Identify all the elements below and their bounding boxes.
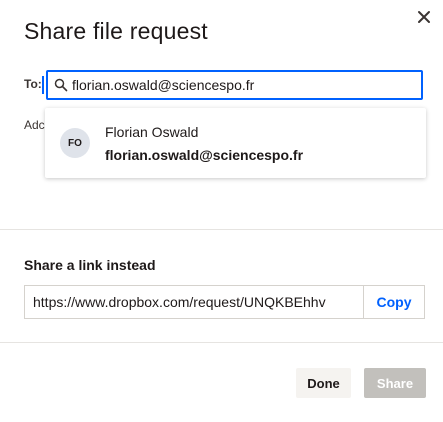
text-cursor [42, 76, 44, 94]
add-message-label: Adc [24, 118, 45, 132]
recipient-field[interactable] [42, 70, 423, 100]
copy-button[interactable]: Copy [363, 286, 424, 318]
avatar: FO [60, 128, 90, 158]
done-button[interactable]: Done [296, 368, 351, 398]
recipient-input[interactable] [72, 77, 392, 93]
close-icon[interactable] [413, 6, 435, 28]
to-label: To: [24, 77, 42, 91]
share-link-field: https://www.dropbox.com/request/UNQKBEhh… [24, 285, 425, 319]
divider [0, 342, 443, 343]
contact-suggestion[interactable]: FO Florian Oswald florian.oswald@science… [45, 108, 426, 178]
dialog-title: Share file request [24, 18, 208, 44]
suggestion-email: florian.oswald@sciencespo.fr [105, 147, 304, 163]
share-button[interactable]: Share [364, 368, 426, 398]
share-link-url[interactable]: https://www.dropbox.com/request/UNQKBEhh… [25, 294, 363, 310]
search-icon [54, 78, 68, 92]
share-link-heading: Share a link instead [24, 257, 156, 273]
divider [0, 229, 443, 230]
suggestion-name: Florian Oswald [105, 124, 199, 140]
